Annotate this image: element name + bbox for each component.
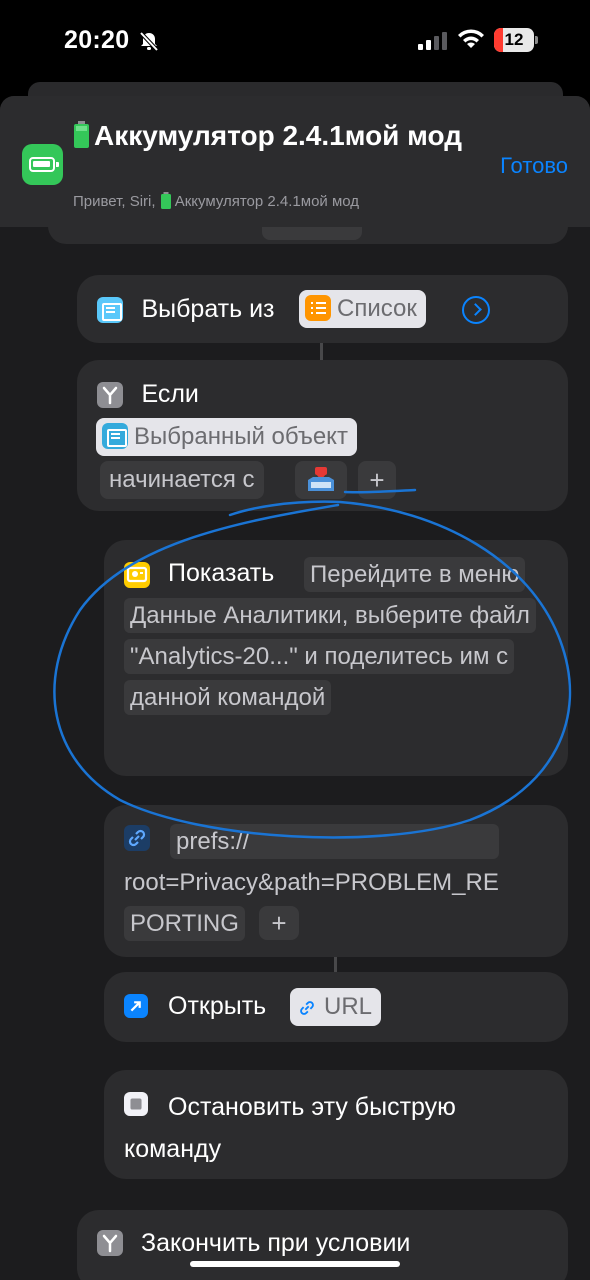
shortcut-title-text: Аккумулятор 2.4.1мой мод (94, 120, 463, 151)
condition-selector[interactable]: начинается с (100, 461, 264, 499)
silent-bell-icon (139, 31, 159, 52)
shortcut-app-icon[interactable] (22, 144, 63, 185)
url-variable-label: URL (324, 993, 373, 1020)
battery-icon: 12 (494, 28, 538, 52)
list-variable-pill[interactable]: Список (299, 290, 426, 328)
open-label: Открыть (168, 992, 267, 1020)
status-time: 20:20 (64, 26, 130, 54)
expand-chevron-icon[interactable] (462, 296, 490, 324)
show-text-value: Перейдите в меню Данные Аналитики, выбер… (124, 557, 536, 715)
wifi-icon (458, 29, 484, 48)
url-variable-link-icon (300, 1001, 314, 1015)
done-button[interactable]: Готово (500, 153, 568, 179)
end-if-branch-icon (97, 1230, 123, 1256)
url-action[interactable]: prefs:// root=Privacy&path=PROBLEM_RE PO… (104, 805, 568, 957)
list-action-icon (97, 296, 123, 323)
choose-from-list-action[interactable]: Выбрать из Список (77, 275, 568, 343)
inbox-tray-emoji-icon (308, 467, 334, 491)
list-variable-icon (305, 295, 331, 321)
status-bar: 20:20 12 (0, 0, 590, 82)
selected-item-icon (102, 423, 128, 449)
add-url-part-button[interactable]: + (259, 906, 299, 940)
url-line-2: root=Privacy&path=PROBLEM_RE (124, 869, 499, 896)
battery-emoji-small-icon (160, 192, 171, 209)
shortcut-header: Аккумулятор 2.4.1мой мод Привет, Siri, А… (0, 96, 590, 227)
if-branch-icon (97, 381, 123, 408)
shortcut-title[interactable]: Аккумулятор 2.4.1мой мод (73, 116, 473, 155)
connector-line (334, 957, 337, 972)
selected-item-label: Выбранный объект (134, 423, 348, 450)
siri-phrase: Привет, Siri, Аккумулятор 2.4.1мой мод (73, 192, 359, 210)
selected-item-variable[interactable]: Выбранный объект (96, 418, 357, 456)
url-text-field[interactable]: prefs:// root=Privacy&path=PROBLEM_RE PO… (124, 821, 564, 944)
list-variable-label: Список (337, 295, 417, 322)
choose-label: Выбрать из (141, 295, 275, 323)
open-arrow-icon (124, 994, 148, 1018)
connector-line (320, 343, 323, 360)
battery-emoji-icon (74, 121, 89, 148)
condition-value-pill[interactable] (295, 461, 347, 499)
url-line-1: prefs:// (170, 824, 500, 859)
end-if-action[interactable]: Закончить при условии (77, 1210, 568, 1280)
show-result-action[interactable]: Показать Перейдите в меню Данные Аналити… (104, 540, 568, 776)
url-variable-pill[interactable]: URL (290, 988, 382, 1026)
siri-phrase-prefix: Привет, Siri, (73, 193, 156, 210)
siri-phrase-name: Аккумулятор 2.4.1мой мод (174, 193, 360, 210)
if-action[interactable]: Если Выбранный объект начинается с + (77, 360, 568, 511)
stop-shortcut-action[interactable]: Остановить эту быструю команду (104, 1070, 568, 1179)
show-text-field[interactable]: Перейдите в меню Данные Аналитики, выбер… (124, 554, 564, 718)
open-url-action[interactable]: Открыть URL (104, 972, 568, 1042)
if-label: Если (141, 380, 199, 408)
end-if-label: Закончить при условии (141, 1229, 411, 1257)
cellular-signal-icon (418, 32, 447, 50)
url-line-3: PORTING (124, 906, 245, 941)
add-condition-button[interactable]: + (358, 461, 396, 499)
stop-label: Остановить эту быструю команду (124, 1093, 456, 1163)
battery-level: 12 (504, 30, 524, 49)
home-indicator (190, 1261, 400, 1267)
